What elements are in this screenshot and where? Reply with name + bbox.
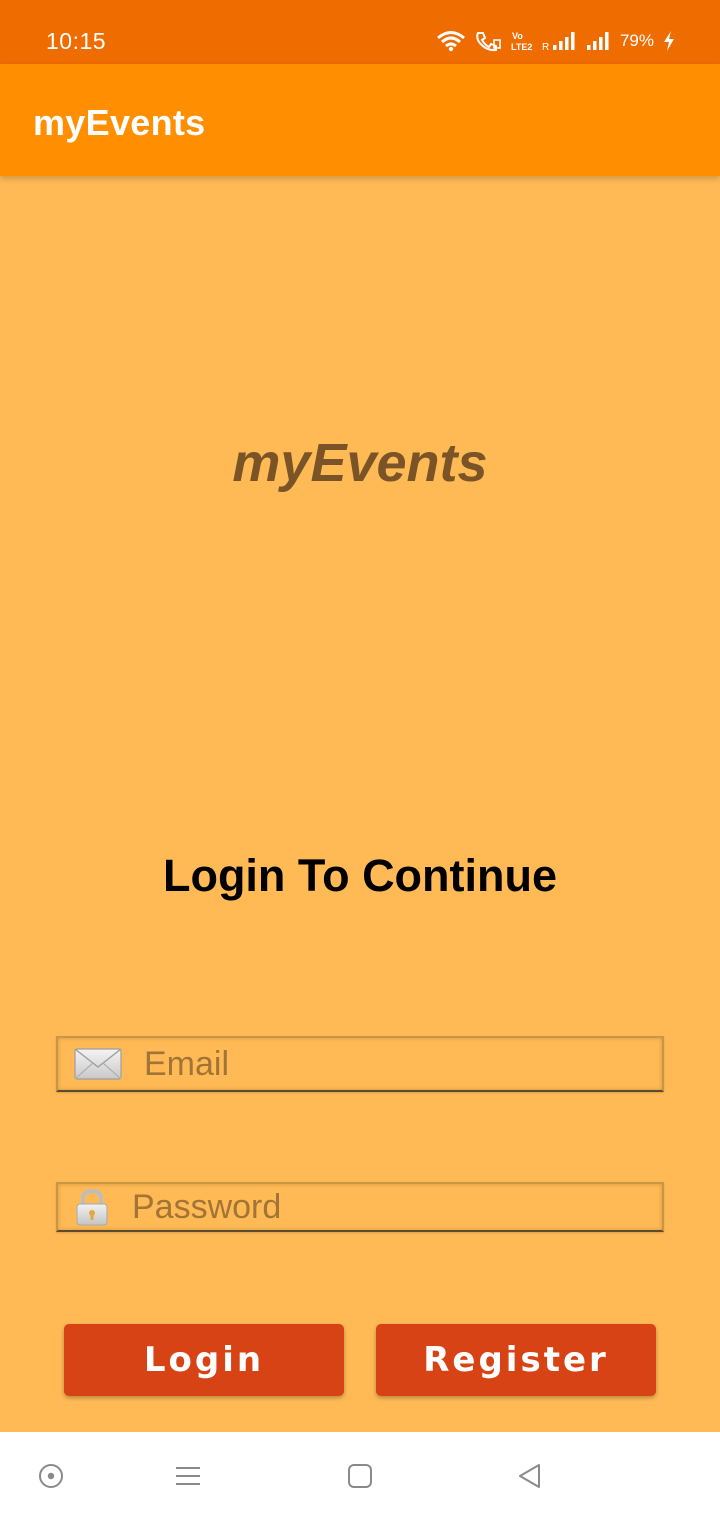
volte-icon: Vo LTE2 <box>510 30 534 52</box>
status-bar: 10:15 Vo LTE2 R 79% <box>0 0 720 64</box>
lock-icon <box>74 1188 110 1226</box>
navigation-bar <box>0 1432 720 1520</box>
email-field[interactable] <box>56 1036 664 1092</box>
envelope-icon <box>74 1048 122 1080</box>
register-button[interactable]: Register <box>376 1324 656 1396</box>
back-icon[interactable] <box>512 1458 548 1494</box>
password-input[interactable] <box>132 1187 552 1227</box>
recents-menu-icon[interactable] <box>170 1458 206 1494</box>
battery-charging-icon <box>662 30 676 52</box>
logo-text: myEvents <box>232 433 488 493</box>
status-time: 10:15 <box>46 28 107 54</box>
signal-icon <box>586 30 612 52</box>
status-icons: Vo LTE2 R 79% <box>436 30 676 52</box>
email-input[interactable] <box>144 1044 564 1084</box>
wifi-icon <box>436 30 466 52</box>
svg-text:LTE2: LTE2 <box>511 42 532 52</box>
svg-text:Vo: Vo <box>512 31 523 41</box>
app-bar: myEvents <box>0 64 720 176</box>
signal-roaming-icon: R <box>542 30 578 52</box>
app-title: myEvents <box>33 102 206 143</box>
battery-percent: 79% <box>619 31 654 50</box>
svg-text:R: R <box>542 42 549 52</box>
wifi-calling-icon <box>474 30 502 52</box>
password-field[interactable] <box>56 1182 664 1232</box>
home-icon[interactable] <box>342 1458 378 1494</box>
login-button[interactable]: Login <box>64 1324 344 1396</box>
assistant-icon[interactable] <box>33 1458 69 1494</box>
login-heading: Login To Continue <box>162 850 558 901</box>
